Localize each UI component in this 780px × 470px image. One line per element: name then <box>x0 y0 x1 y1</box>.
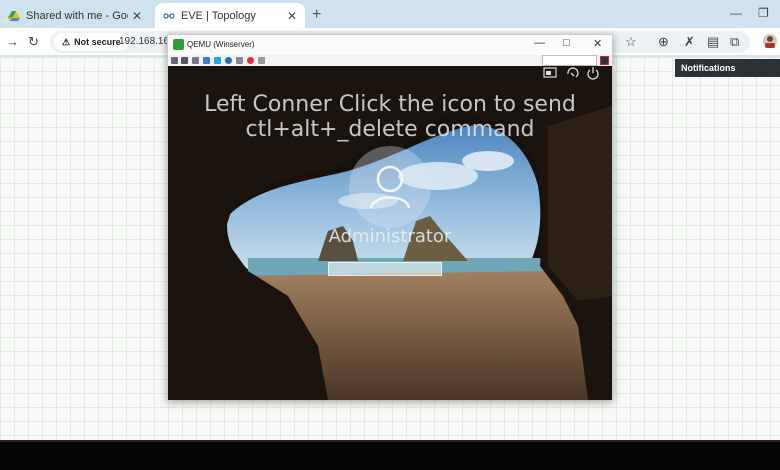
bookmark-star-icon[interactable]: ☆ <box>625 34 637 50</box>
close-icon[interactable]: ✕ <box>593 37 602 50</box>
qemu-color-swatch[interactable] <box>600 56 609 65</box>
security-label: Not secure <box>74 37 121 47</box>
qemu-logo-icon <box>173 39 184 50</box>
screenshot-icon[interactable] <box>236 57 243 64</box>
settings-icon[interactable] <box>192 57 199 64</box>
instruction-line-2: ctl+alt+_delete command <box>245 117 535 142</box>
profile-icon[interactable] <box>763 34 777 48</box>
info-icon[interactable] <box>225 57 232 64</box>
taskbar <box>0 440 780 470</box>
drive-icon <box>8 10 20 21</box>
tab-title: EVE | Topology <box>181 9 256 22</box>
vm-display[interactable]: Left Conner Click the icon to send ctl+a… <box>168 66 612 400</box>
extensions-icon[interactable]: ⧉ <box>730 34 739 50</box>
translate-icon[interactable]: ✗ <box>684 34 695 50</box>
minimize-icon[interactable]: — <box>534 37 545 49</box>
warning-icon: ⚠ <box>62 36 71 47</box>
new-tab-icon[interactable]: + <box>312 6 321 24</box>
qemu-window-title: QEMU (Winserver) <box>187 40 255 49</box>
eve-icon <box>163 12 175 19</box>
instruction-line-1: Left Conner Click the icon to send <box>204 92 576 117</box>
user-silhouette-icon <box>369 165 411 209</box>
windows-key-icon[interactable] <box>214 57 221 64</box>
fullscreen-icon[interactable] <box>181 57 188 64</box>
maximize-icon[interactable]: □ <box>563 37 570 49</box>
password-input[interactable] <box>328 262 442 276</box>
qemu-toolbar <box>168 55 612 66</box>
taskbar-edge <box>0 440 780 442</box>
forward-icon[interactable]: → <box>6 34 19 49</box>
extension-icon[interactable]: ⊕ <box>658 34 669 50</box>
restore-icon[interactable]: ❐ <box>758 6 769 20</box>
close-icon[interactable]: ✕ <box>287 9 297 23</box>
notifications-panel-header[interactable]: Notifications <box>675 59 780 77</box>
tab-eve-topology[interactable]: EVE | Topology ✕ <box>155 3 305 28</box>
account-username: Administrator <box>328 226 452 247</box>
power-icon[interactable] <box>586 66 600 80</box>
refresh-icon[interactable] <box>203 57 210 64</box>
minimize-icon[interactable]: — <box>730 6 742 20</box>
refresh-icon[interactable]: ↻ <box>28 34 39 50</box>
user-avatar-icon <box>349 146 431 228</box>
tab-google-drive[interactable]: Shared with me - Google Drive ✕ <box>0 3 150 28</box>
tab-title: Shared with me - Google Drive <box>26 9 128 22</box>
accessibility-icon[interactable] <box>565 66 579 80</box>
close-icon[interactable]: ✕ <box>132 9 142 23</box>
ctrl-alt-del-icon[interactable] <box>171 57 178 64</box>
reading-list-icon[interactable]: ▤ <box>707 34 719 50</box>
qemu-input-field[interactable] <box>542 55 597 66</box>
qemu-titlebar[interactable]: QEMU (Winserver) — □ ✕ <box>168 35 612 55</box>
security-chip[interactable]: ⚠ Not secure <box>54 33 129 51</box>
instruction-overlay: Left Conner Click the icon to send ctl+a… <box>168 92 612 142</box>
stop-icon[interactable] <box>247 57 254 64</box>
qemu-window[interactable]: QEMU (Winserver) — □ ✕ Left Conner Click… <box>167 34 613 400</box>
network-icon[interactable] <box>543 66 557 80</box>
clipboard-icon[interactable] <box>258 57 265 64</box>
browser-tab-strip: Shared with me - Google Drive ✕ EVE | To… <box>0 0 780 28</box>
